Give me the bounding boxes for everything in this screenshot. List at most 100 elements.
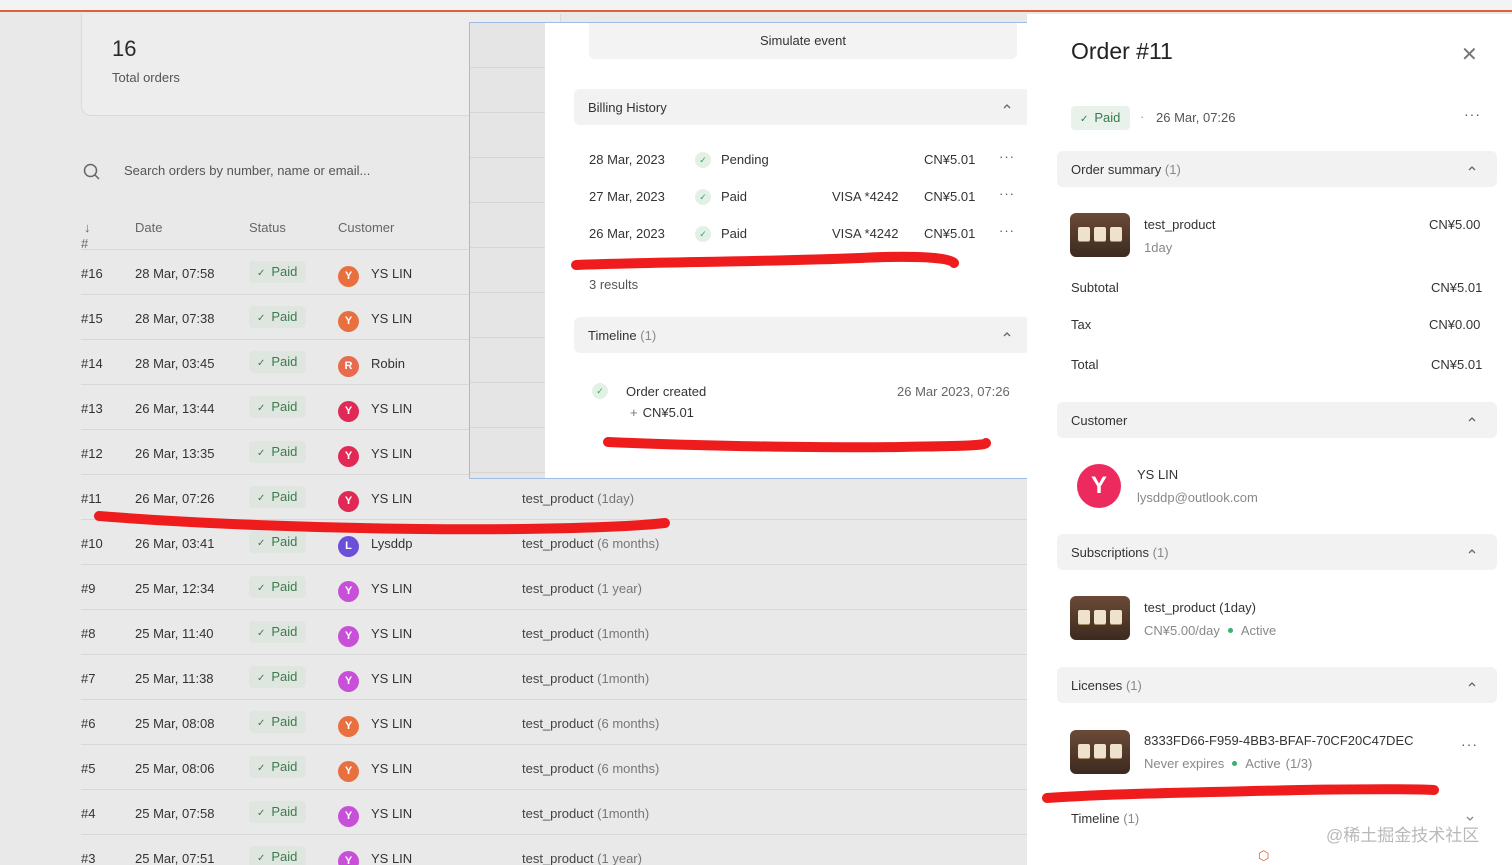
product-cell: test_product (1 year) [522,581,642,596]
more-icon[interactable]: ··· [1461,736,1478,752]
timeline-title[interactable]: Timeline (1) [1071,811,1139,826]
customer-name: YS LIN [371,761,413,776]
check-icon: ✓ [257,313,266,324]
customer-name: YS LIN [371,401,413,416]
check-icon: ✓ [592,383,608,399]
more-icon[interactable]: ··· [999,149,1015,164]
check-icon: ✓ [257,538,266,549]
more-icon[interactable]: ··· [1464,106,1481,122]
product-cell: test_product (1 year) [522,851,642,865]
product-thumbnail [1070,730,1130,774]
billing-date: 26 Mar, 2023 [589,226,665,241]
customer-email: lysddp@outlook.com [1137,490,1258,505]
event-title: Order created [626,384,707,399]
order-date: 26 Mar, 03:41 [135,536,215,551]
subscription-name[interactable]: test_product (1day) [1144,600,1256,615]
avatar: Y [338,806,359,827]
product-plan: 1day [1144,240,1173,255]
table-row[interactable]: #8 25 Mar, 11:40 ✓ Paid Y YS LIN test_product … [81,610,1027,655]
more-icon[interactable]: ··· [999,186,1015,201]
table-row[interactable]: #5 25 Mar, 08:06 ✓ Paid Y YS LIN test_product … [81,745,1027,790]
sort-down-icon[interactable]: ↓ [84,220,91,235]
billing-status: Paid [721,226,748,241]
status-label: Paid [271,534,298,549]
table-row[interactable]: #10 26 Mar, 03:41 ✓ Paid L Lysddp test_product… [81,520,1027,565]
product-cell: test_product (1month) [522,806,649,821]
product-cell: test_product (6 months) [522,536,659,551]
check-icon: ✓ [257,493,266,504]
billing-history-title: Billing History [588,100,667,115]
order-number: #7 [81,671,96,686]
simulate-event-button[interactable]: Simulate event [589,23,1017,59]
billing-status: Paid [721,189,748,204]
billing-history-header[interactable]: Billing History [574,89,1030,125]
product-plan: (1month) [597,806,650,821]
status-badge: ✓ Paid [249,666,307,688]
table-row[interactable]: #3 25 Mar, 07:51 ✓ Paid Y YS LIN test_product … [81,835,1027,865]
status-label: Paid [271,444,298,459]
check-icon: ✓ [257,673,266,684]
status-badge: ✓ Paid [1071,106,1131,130]
order-date: 28 Mar, 07:38 [135,311,215,326]
check-icon: ✓ [257,628,266,639]
product-name: test_product [522,491,594,506]
total-orders-label: Total orders [112,70,180,85]
avatar: Y [338,401,359,422]
chevron-up-icon[interactable] [1467,679,1477,689]
status-label: Paid [271,669,298,684]
column-number[interactable]: # ↓ [81,220,91,251]
product-cell: test_product (1month) [522,671,649,686]
event-time: 26 Mar 2023, 07:26 [897,384,1010,399]
billing-row: 27 Mar, 2023 ✓ Paid VISA *4242 CN¥5.01 ··· [589,185,1014,209]
chevron-up-icon[interactable] [1467,163,1477,173]
search-input[interactable]: Search orders by number, name or email..… [124,163,370,178]
status-label: Paid [271,579,298,594]
status-badge: ✓ Paid [249,531,307,553]
license-key[interactable]: 8333FD66-F959-4BB3-BFAF-70CF20C47DEC [1144,733,1414,748]
more-icon[interactable]: ··· [999,223,1015,238]
plus-icon: + [630,405,638,420]
product-cell: test_product (1day) [522,491,634,506]
column-date[interactable]: Date [135,220,162,235]
order-summary-header[interactable]: Order summary (1) [1057,151,1497,187]
status-badge: ✓ Paid [249,306,307,328]
table-row[interactable]: #6 25 Mar, 08:08 ✓ Paid Y YS LIN test_product … [81,700,1027,745]
table-row[interactable]: #4 25 Mar, 07:58 ✓ Paid Y YS LIN test_product … [81,790,1027,835]
subscription-price: CN¥5.00/day [1144,623,1220,638]
status-label: Paid [271,309,298,324]
timeline-header[interactable]: Timeline (1) [574,317,1030,353]
chevron-up-icon[interactable] [1002,101,1012,111]
subscriptions-header[interactable]: Subscriptions (1) [1057,534,1497,570]
column-status[interactable]: Status [249,220,286,235]
licenses-count: (1) [1125,678,1142,693]
product-name: test_product [522,536,594,551]
customer-avatar: Y [1077,464,1121,508]
licenses-label: Licenses [1071,678,1123,693]
chevron-up-icon[interactable] [1467,414,1477,424]
order-number: #5 [81,761,96,776]
column-customer[interactable]: Customer [338,220,394,235]
table-row[interactable]: #7 25 Mar, 11:38 ✓ Paid Y YS LIN test_product … [81,655,1027,700]
order-summary-count: (1) [1164,162,1181,177]
table-row[interactable]: #11 26 Mar, 07:26 ✓ Paid Y YS LIN test_product… [81,475,1027,520]
customer-header[interactable]: Customer [1057,402,1497,438]
avatar: Y [338,581,359,602]
order-date: 28 Mar, 07:58 [135,266,215,281]
event-amount: CN¥5.01 [642,405,694,420]
order-date: 25 Mar, 12:34 [135,581,215,596]
subscription-meta: CN¥5.00/day Active [1144,623,1276,638]
status-badge: ✓ Paid [249,621,307,643]
chevron-up-icon[interactable] [1467,546,1477,556]
table-row[interactable]: #9 25 Mar, 12:34 ✓ Paid Y YS LIN test_product … [81,565,1027,610]
order-date: 25 Mar, 08:08 [135,716,215,731]
avatar: Y [338,626,359,647]
product-cell: test_product (6 months) [522,716,659,731]
licenses-header[interactable]: Licenses (1) [1057,667,1497,703]
chevron-up-icon[interactable] [1002,329,1012,339]
order-number: #3 [81,851,96,865]
check-icon: ✓ [695,226,711,242]
customer-name: Lysddp [371,536,413,551]
close-icon[interactable]: ✕ [1461,42,1478,67]
status-badge: ✓ Paid [249,756,307,778]
search-bar[interactable]: Search orders by number, name or email..… [82,159,482,185]
